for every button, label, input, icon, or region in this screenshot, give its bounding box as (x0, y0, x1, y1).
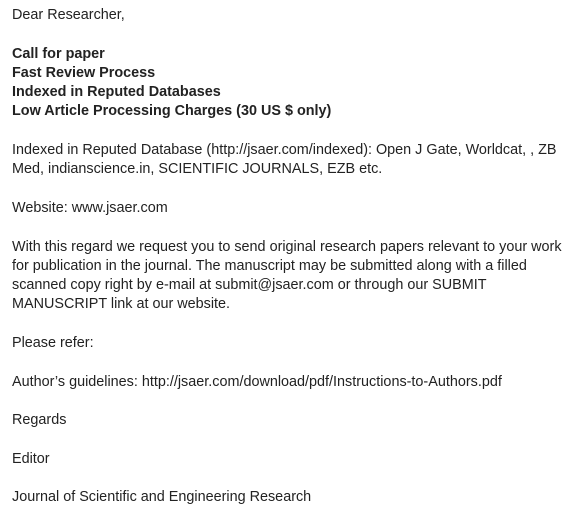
journal-name: Journal of Scientific and Engineering Re… (12, 489, 312, 506)
highlights-block: Call for paper Fast Review Process Index… (12, 45, 572, 122)
regards: Regards (12, 412, 67, 429)
highlight-fast-review: Fast Review Process (12, 64, 156, 81)
indexed-line-2: Med, indianscience.in, SCIENTIFIC JOURNA… (12, 161, 383, 178)
request-line-4: MANUSCRIPT link at our website. (12, 296, 231, 313)
author-guidelines: Author’s guidelines: http://jsaer.com/do… (12, 373, 502, 390)
request-line-2: for publication in the journal. The manu… (12, 257, 527, 274)
editor: Editor (12, 450, 50, 467)
highlight-indexed: Indexed in Reputed Databases (12, 84, 221, 101)
please-refer: Please refer: (12, 335, 94, 352)
request-line-3: scanned copy right by e-mail at submit@j… (12, 277, 487, 294)
highlight-charges: Low Article Processing Charges (30 US $ … (12, 103, 332, 120)
request-paragraph: With this regard we request you to send … (12, 238, 572, 315)
greeting: Dear Researcher, (12, 7, 125, 23)
email-body: Dear Researcher, Call for paper Fast Rev… (0, 0, 584, 526)
indexed-paragraph: Indexed in Reputed Database (http://jsae… (12, 141, 572, 180)
indexed-line-1: Indexed in Reputed Database (http://jsae… (12, 142, 557, 159)
request-line-1: With this regard we request you to send … (12, 238, 562, 255)
website-line: Website: www.jsaer.com (12, 199, 168, 216)
highlight-call-for-paper: Call for paper (12, 45, 105, 62)
